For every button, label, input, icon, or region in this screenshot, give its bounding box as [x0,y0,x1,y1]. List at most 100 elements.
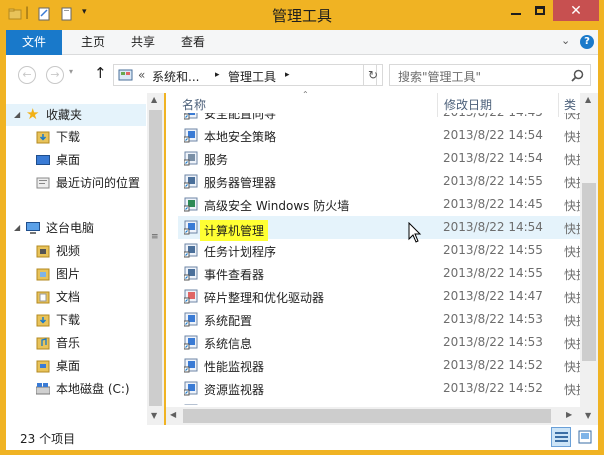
nav-favorites[interactable]: ◢ ★ 收藏夹 [6,104,146,126]
nav-this-pc[interactable]: ◢ 这台电脑 [6,217,146,239]
breadcrumb-separator-icon[interactable]: ▸ [285,70,290,80]
forward-button[interactable]: → [46,66,64,84]
file-row[interactable]: 系统信息2013/8/22 14:53快捷 [178,331,582,354]
scroll-right-icon[interactable]: ▶ [566,410,572,419]
file-row[interactable]: 计算机管理2013/8/22 14:54快捷 [178,216,582,241]
file-name: 组件服务 [204,404,252,405]
collapse-chevron-icon[interactable]: ◢ [14,217,20,239]
file-row[interactable]: 事件查看器2013/8/22 14:55快捷 [178,262,582,285]
shortcut-icon [184,381,198,396]
file-name: 任务计划程序 [204,245,277,259]
shortcut-icon [184,335,198,350]
downloads-folder-icon [36,131,50,144]
nav-scrollbar[interactable]: ▲ ≡ ▼ [147,93,164,425]
breadcrumb-overflow[interactable]: « [138,68,145,82]
scroll-left-icon[interactable]: ◀ [170,410,176,419]
file-row[interactable]: 组件服务2013/8/22 14:57快捷 [178,400,580,405]
navigation-pane: ◢ ★ 收藏夹 下载 桌面 最近访问的位置 ◢ 这台电脑 视频 图片 文档 下载… [6,93,164,425]
nav-item-downloads[interactable]: 下载 [6,126,146,148]
maximize-button[interactable] [527,0,553,21]
title-bar[interactable]: | ▾ 管理工具 ✕ [0,0,604,30]
file-row[interactable]: 性能监视器2013/8/22 14:52快捷 [178,354,582,377]
file-row[interactable]: 高级安全 Windows 防火墙2013/8/22 14:45快捷 [178,193,582,216]
file-row[interactable]: 服务2013/8/22 14:54快捷 [178,147,582,170]
nav-item-downloads-pc[interactable]: 下载 [6,309,146,331]
file-row[interactable]: 系统配置2013/8/22 14:53快捷 [178,308,582,331]
scroll-up-icon[interactable]: ▲ [151,95,157,104]
horizontal-scrollbar[interactable]: ◀ ▶ [166,407,580,425]
file-row[interactable]: 安全配置向导2013/8/22 14:45快捷 [178,113,582,124]
file-name: 服务器管理器 [204,176,277,190]
tab-file[interactable]: 文件 [6,30,62,55]
file-name: 安全配置向导 [204,113,277,121]
tab-share[interactable]: 共享 [122,30,164,55]
scroll-grip-icon: ≡ [151,232,159,242]
nav-scrollbar-thumb[interactable] [149,110,162,406]
file-row[interactable]: 资源监视器2013/8/22 14:52快捷 [178,377,582,400]
nav-item-local-disk[interactable]: 本地磁盘 (C:) [6,378,146,400]
file-date: 2013/8/22 14:57 [443,404,543,405]
breadcrumb-separator-icon[interactable]: ▸ [215,70,220,80]
back-arrow-icon: ← [22,68,32,81]
refresh-button[interactable]: ↻ [363,64,383,86]
file-name: 本地安全策略 [204,130,277,144]
shortcut-icon [184,151,198,166]
tab-view[interactable]: 查看 [172,30,214,55]
file-date: 2013/8/22 14:54 [443,128,543,142]
recent-locations-icon[interactable]: ▾ [69,67,73,76]
file-row[interactable]: 碎片整理和优化驱动器2013/8/22 14:47快捷 [178,285,582,308]
breadcrumb-admin-tools[interactable]: 管理工具 [228,68,276,85]
scroll-up-icon[interactable]: ▲ [585,95,591,104]
pictures-folder-icon [36,268,50,281]
maximize-icon [535,6,545,15]
address-bar[interactable]: « 系统和... ▸ 管理工具 ▸ ▾ [113,64,453,86]
shortcut-icon [184,174,198,189]
desktop-icon [36,360,50,373]
help-icon[interactable]: ? [580,35,594,49]
status-bar: 23 个项目 [6,425,598,450]
scroll-down-icon[interactable]: ▼ [585,411,591,420]
nav-item-desktop[interactable]: 桌面 [6,149,146,171]
back-button[interactable]: ← [18,66,36,84]
details-view-button[interactable] [551,427,571,447]
tab-home[interactable]: 主页 [72,30,114,55]
shortcut-icon [184,358,198,373]
search-box[interactable]: 搜索"管理工具" [389,64,591,86]
file-row[interactable]: 本地安全策略2013/8/22 14:54快捷 [178,124,582,147]
file-name: 系统配置 [204,314,253,328]
horizontal-scrollbar-thumb[interactable] [183,409,551,423]
expand-ribbon-icon[interactable]: ⌄ [561,34,570,47]
refresh-icon: ↻ [367,68,379,82]
shortcut-icon [184,243,198,258]
nav-item-documents[interactable]: 文档 [6,286,146,308]
file-date: 2013/8/22 14:55 [443,243,543,257]
shortcut-icon [184,404,198,405]
breadcrumb-system[interactable]: 系统和... [152,68,199,85]
nav-item-videos[interactable]: 视频 [6,240,146,262]
scroll-down-icon[interactable]: ▼ [151,411,157,420]
content-scrollbar[interactable]: ▲ ▼ [580,93,598,425]
content-scrollbar-thumb[interactable] [582,183,596,361]
up-button[interactable]: ↑ [94,64,107,82]
file-row[interactable]: 服务器管理器2013/8/22 14:55快捷 [178,170,582,193]
large-icons-view-button[interactable] [575,427,595,447]
file-row[interactable]: 任务计划程序2013/8/22 14:55快捷 [178,239,582,262]
minimize-icon [511,12,521,15]
search-input[interactable]: 搜索"管理工具" [398,68,481,85]
close-button[interactable]: ✕ [553,0,599,21]
desktop-icon [36,155,50,165]
minimize-button[interactable] [503,0,529,21]
file-name: 服务 [204,153,229,167]
nav-item-desktop-pc[interactable]: 桌面 [6,355,146,377]
file-name: 碎片整理和优化驱动器 [204,291,325,305]
item-count: 23 个项目 [20,432,76,446]
collapse-chevron-icon[interactable]: ◢ [14,104,20,126]
nav-item-music[interactable]: 音乐 [6,332,146,354]
nav-item-pictures[interactable]: 图片 [6,263,146,285]
star-icon: ★ [26,105,40,123]
file-name: 事件查看器 [204,268,265,282]
nav-item-recent[interactable]: 最近访问的位置 [6,172,146,194]
file-date: 2013/8/22 14:55 [443,266,543,280]
file-name: 系统信息 [204,337,253,351]
close-icon: ✕ [570,2,582,19]
